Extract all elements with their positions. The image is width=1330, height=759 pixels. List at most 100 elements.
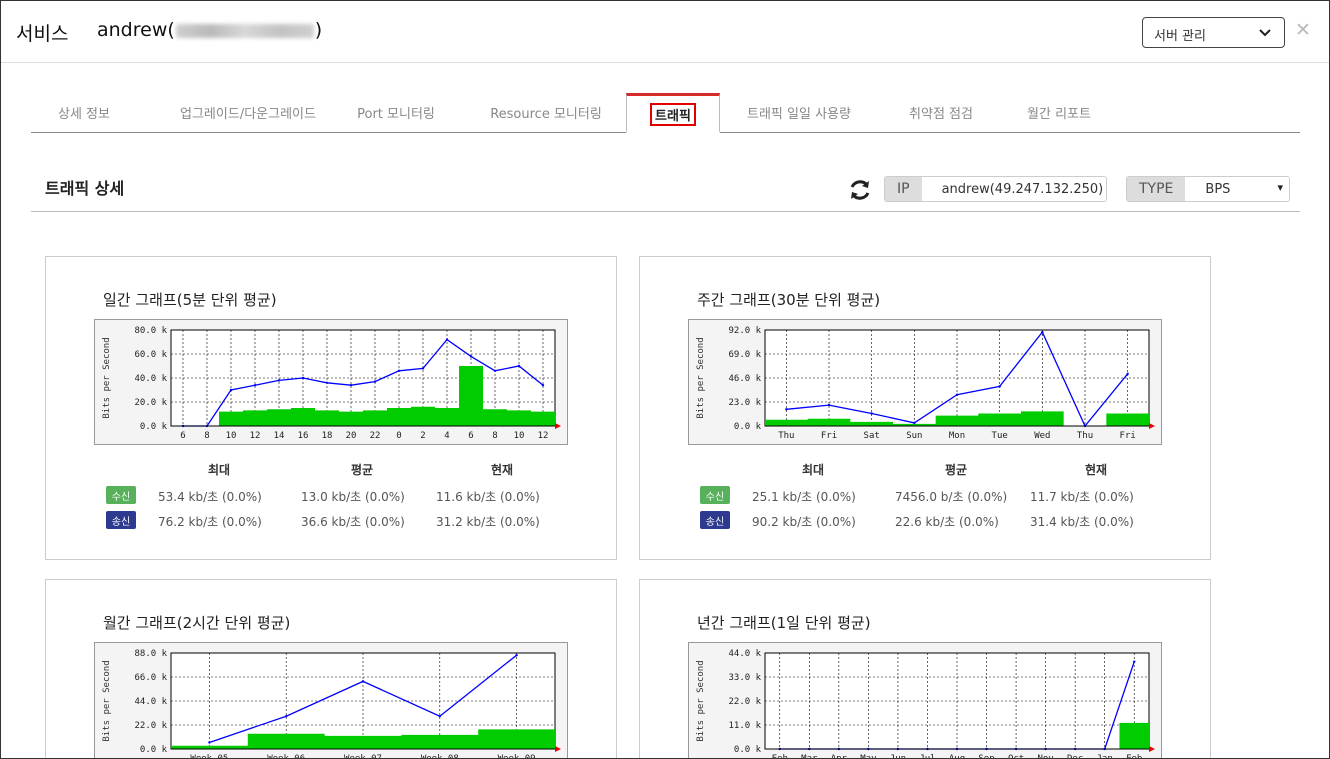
stats-header-avg: 평균 [945,463,968,477]
tab-label: 상세 정보 [58,107,110,122]
traffic-chart-svg: Bits per Second 0.0 k 11.0 k 22.0 k 33.0 k 44… [696,649,1155,759]
tx-point [493,369,497,372]
tx-point [397,369,401,372]
rx-cur: 11.7 kb/초 (0.0%) [1030,490,1134,504]
close-icon[interactable]: ✕ [1295,19,1311,41]
x-tick-label: Jan [1097,754,1113,759]
x-tick-label: Week 06 [267,754,305,759]
refresh-icon[interactable] [847,177,873,203]
tx-point [515,653,518,657]
panel-title: 주간 그래프(30분 단위 평균) [697,291,881,309]
y-tick-label: 0.0 k [140,422,168,432]
tab-upgrade[interactable]: 업그레이드/다운그레이드 [139,93,357,131]
tx-point [541,384,545,387]
y-tick-label: 46.0 k [728,374,761,384]
tx-point [469,355,473,358]
x-tick-label: Fri [1120,431,1136,441]
tx-point [253,384,257,387]
tab-label: 트래픽 [650,103,696,126]
tab-vulnerability-check[interactable]: 취약점 점검 [891,93,991,131]
y-tick-label: 22.0 k [134,721,167,731]
tx-avg: 36.6 kb/초 (0.0%) [301,515,405,529]
redacted-ip [175,23,314,38]
stats-header-max: 최대 [208,463,231,477]
chevron-down-icon [1259,29,1271,37]
monthly-graph-panel: 월간 그래프(2시간 단위 평균) Bits per Second 0.0 k 22… [45,579,617,759]
rx-avg: 13.0 kb/초 (0.0%) [301,490,405,504]
y-tick-label: 80.0 k [134,326,167,336]
y-tick-label: 88.0 k [134,649,167,659]
stats-header-avg: 평균 [351,463,374,477]
y-axis-label: Bits per Second [696,337,706,418]
tab-detail[interactable]: 상세 정보 [31,93,137,131]
tx-badge: 송신 [106,511,136,529]
y-tick-label: 44.0 k [728,649,761,659]
tab-label: Port 모니터링 [357,107,435,122]
tab-traffic-daily-usage[interactable]: 트래픽 일일 사용량 [731,93,867,131]
y-tick-label: 44.0 k [134,697,167,707]
x-tick-label: Dec [1067,754,1083,759]
y-tick-label: 40.0 k [134,374,167,384]
modal-title: 서비스 [16,23,69,45]
x-tick-label: 10 [514,431,525,441]
tx-point [361,680,365,683]
tx-point [285,715,288,718]
tx-point [208,741,211,744]
chevron-down-icon: ▾ [1277,181,1283,194]
ip-select-value: andrew(49.247.132.250)▾ [921,177,1106,201]
stats-row-rx: 수신 25.1 kb/초 (0.0%) 7456.0 b/초 (0.0%) 11… [700,486,1150,504]
x-tick-label: Week 08 [421,754,459,759]
x-axis-arrow [1149,746,1155,752]
tab-label: 업그레이드/다운그레이드 [180,107,316,122]
x-tick-label: 22 [370,431,381,441]
server-name: andrew() [97,19,322,41]
stats-row-tx: 송신 76.2 kb/초 (0.0%) 36.6 kb/초 (0.0%) 31.… [106,511,556,529]
tx-point [785,408,788,411]
ip-select-text: andrew(49.247.132.250) [941,182,1104,197]
x-tick-label: Sep [978,754,994,759]
x-tick-label: 8 [204,431,209,441]
x-tick-label: Mon [949,431,965,441]
tab-bar: 상세 정보 업그레이드/다운그레이드 Port 모니터링 Resource 모니… [31,93,1300,133]
x-tick-label: Jun [890,754,906,759]
traffic-chart-svg: Bits per Second 0.0 k 22.0 k 44.0 k 66.0 k 88… [102,649,561,759]
x-tick-label: Jul [919,754,935,759]
service-manage-select[interactable]: 서버 관리 [1142,17,1285,48]
x-tick-label: 20 [346,431,357,441]
x-axis-arrow [1149,423,1155,429]
x-tick-label: Aug [949,754,965,759]
x-tick-label: Feb [1126,754,1142,759]
yearly-graph-panel: 년간 그래프(1일 단위 평균) Bits per Second 0.0 k 11.… [639,579,1211,759]
tx-point [349,384,353,387]
x-tick-label: 6 [468,431,473,441]
x-tick-label: Week 07 [344,754,382,759]
y-tick-label: 20.0 k [134,398,167,408]
stats-row-tx: 송신 90.2 kb/초 (0.0%) 22.6 kb/초 (0.0%) 31.… [700,511,1150,529]
x-tick-label: Sun [906,431,922,441]
x-tick-label: 6 [180,431,185,441]
tab-label: 취약점 점검 [909,107,973,122]
tab-port-monitoring[interactable]: Port 모니터링 [331,93,461,131]
section-divider [31,211,1300,212]
x-tick-label: 14 [274,431,285,441]
tab-monthly-report[interactable]: 월간 리포트 [1009,93,1109,131]
stats-row-rx: 수신 53.4 kb/초 (0.0%) 13.0 kb/초 (0.0%) 11.… [106,486,556,504]
weekly-graph: Bits per Second 0.0 k 23.0 k 46.0 k 69.0 k 92… [688,319,1162,445]
ip-select-label: IP [885,177,922,201]
type-select-value: BPS ▾ [1185,177,1289,201]
panel-title: 일간 그래프(5분 단위 평균) [103,291,277,309]
tx-point [445,338,449,341]
tab-resource-monitoring[interactable]: Resource 모니터링 [471,93,621,131]
tx-point [325,381,329,384]
monthly-graph: Bits per Second 0.0 k 22.0 k 44.0 k 66.0 k 88… [94,642,568,759]
tx-point [870,412,873,415]
tab-traffic[interactable]: 트래픽 [626,93,720,133]
daily-graph: Bits per Second 0.0 k 20.0 k 40.0 k 60.0 k 80… [94,319,568,445]
tx-point [373,380,377,383]
x-tick-label: 16 [298,431,309,441]
server-name-prefix: andrew( [97,19,175,41]
type-select[interactable]: TYPE BPS ▾ [1126,176,1290,202]
tab-label: 월간 리포트 [1027,107,1091,122]
service-modal: 서비스 andrew() 서버 관리 ✕ 상세 정보 업그레이드/다운그레이드 … [0,0,1330,759]
ip-select[interactable]: IP andrew(49.247.132.250)▾ [884,176,1107,202]
